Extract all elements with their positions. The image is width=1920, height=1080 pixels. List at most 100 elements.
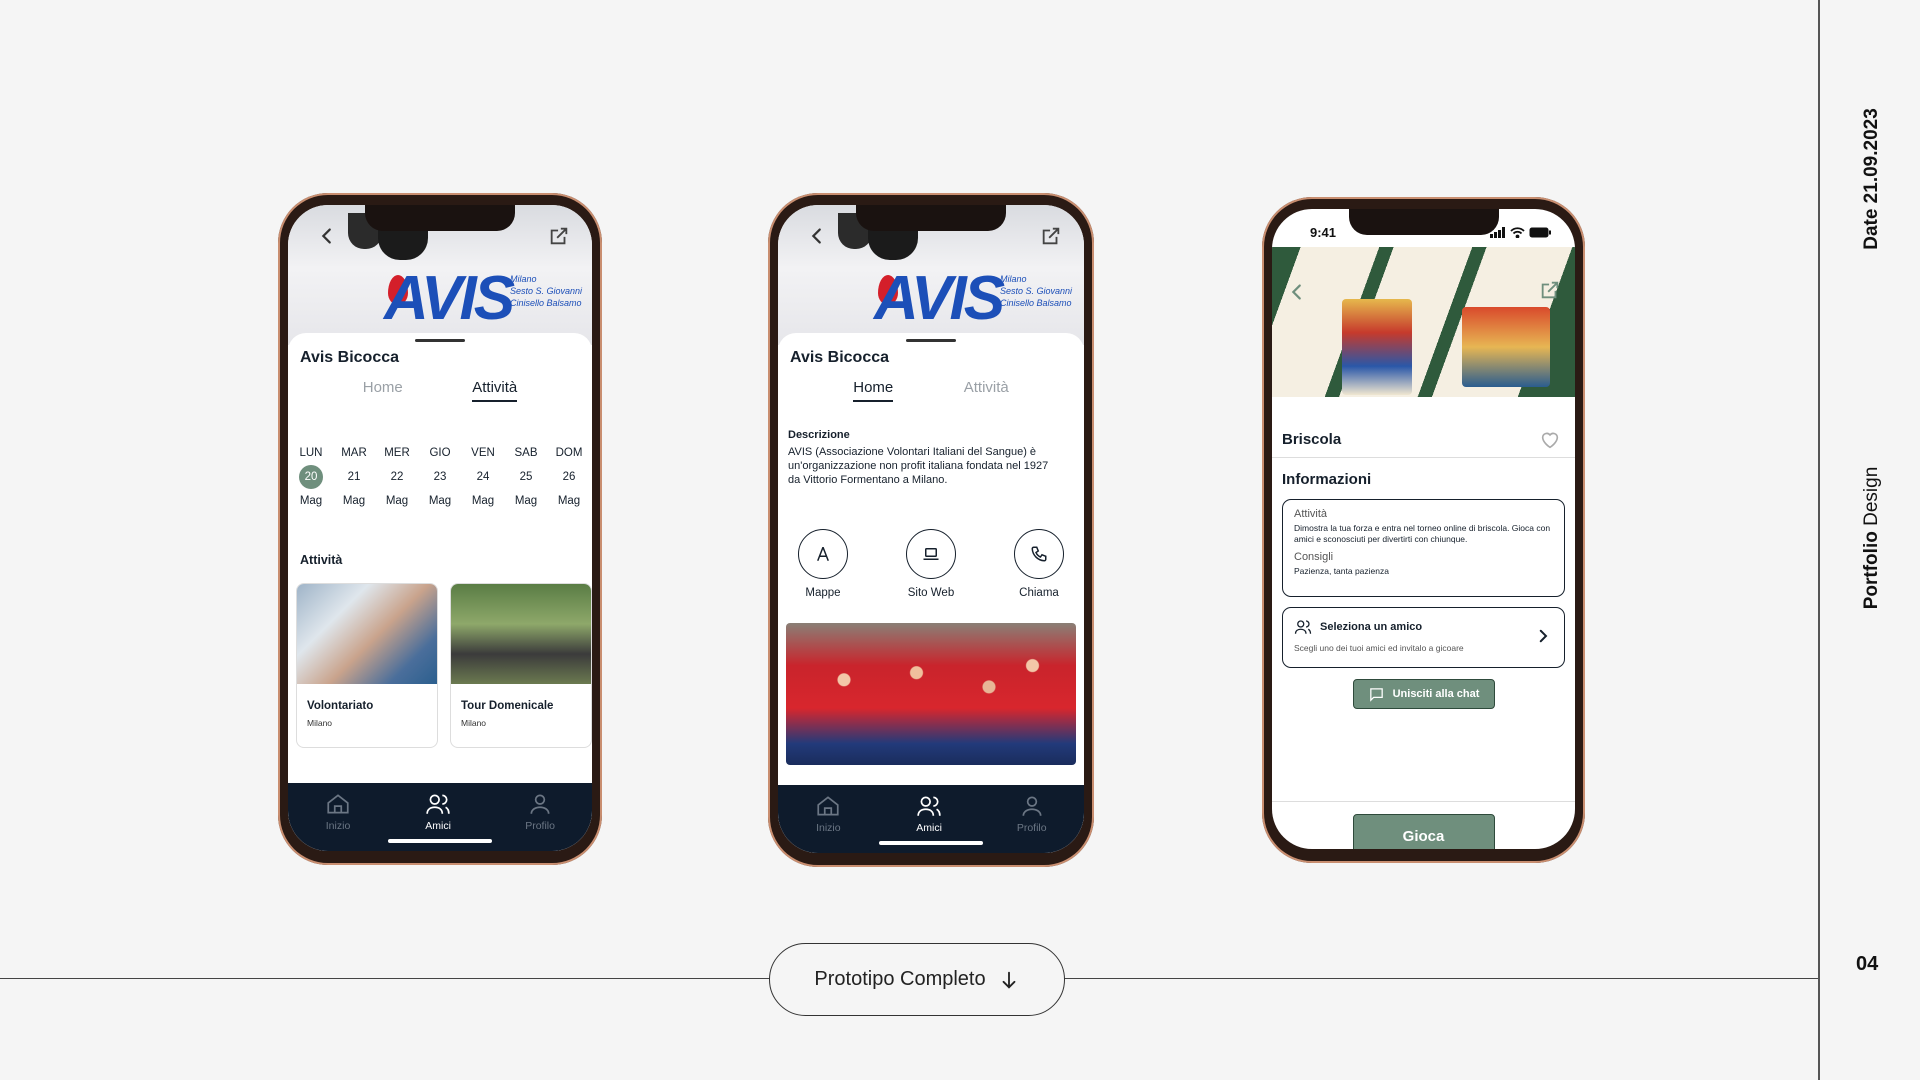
phone-screen: 9:41 Briscola Informazioni Attività Dimo… (1272, 209, 1575, 849)
phone-screen: AVIS Milano Sesto S. Giovanni Cinisello Ba… (778, 205, 1084, 853)
activity-location: Milano (461, 718, 487, 728)
divider (1272, 457, 1575, 458)
profile-icon (1022, 796, 1042, 816)
info-card: Attività Dimostra la tua forza e entra n… (1282, 499, 1565, 597)
avis-logo: AVIS (874, 264, 1005, 333)
back-icon[interactable] (1286, 281, 1308, 303)
play-button[interactable]: Gioca (1352, 814, 1495, 849)
signal-icon (1490, 226, 1505, 238)
activity-title: Volontariato (307, 700, 374, 712)
sheet-handle[interactable] (906, 339, 956, 342)
portfolio-label: Portfolio Design (1861, 446, 1883, 630)
portfolio-label-bold: Portfolio (1861, 531, 1882, 610)
home-indicator (388, 839, 492, 843)
activity-photo (451, 584, 591, 684)
sidebar-divider (1818, 0, 1820, 1080)
chat-icon (1369, 687, 1383, 702)
phone-notch (856, 205, 1006, 231)
info-heading: Informazioni (1282, 471, 1372, 488)
phone-mockup-activities: AVIS Milano Sesto S. Giovanni Cinisello Ba… (278, 193, 602, 865)
calendar-day[interactable]: MAR 21 Mag (337, 441, 371, 513)
content-sheet: Avis Bicocca Home Attività Descrizione A… (778, 333, 1084, 853)
nav-profile[interactable]: Profilo (525, 791, 555, 851)
briscola-cards-photo (1272, 247, 1575, 397)
nav-home[interactable]: Inizio (325, 791, 351, 851)
home-icon (817, 796, 839, 816)
bottom-nav: Inizio Amici Profilo (288, 783, 592, 851)
battery-icon (1529, 227, 1551, 237)
tips-text: Pazienza, tanta pazienza (1294, 566, 1389, 576)
sheet-handle[interactable] (415, 339, 465, 342)
bottom-nav: Inizio Amici Profilo (778, 785, 1084, 853)
heart-icon[interactable] (1539, 429, 1561, 451)
calendar-day[interactable]: SAB 25 Mag (509, 441, 543, 513)
friends-icon (1294, 620, 1312, 634)
avis-logo: AVIS (384, 264, 515, 333)
nav-home[interactable]: Inizio (815, 793, 841, 853)
tips-label: Consigli (1294, 551, 1334, 563)
group-photo (786, 623, 1076, 765)
bottom-divider-right (1063, 978, 1818, 979)
activity-card[interactable]: Volontariato Milano (296, 583, 438, 748)
page-number: 04 (1856, 953, 1879, 975)
calendar-day-selected: 20 (299, 465, 323, 489)
calendar-day[interactable]: VEN 24 Mag (466, 441, 500, 513)
nav-profile[interactable]: Profilo (1017, 793, 1047, 853)
select-friend-hint: Scegli uno dei tuoi amici ed invitalo a … (1294, 643, 1464, 653)
avis-logo-subtitle: Milano Sesto S. Giovanni Cinisello Balsamo (510, 274, 583, 308)
profile-icon (530, 794, 550, 814)
website-button[interactable]: Sito Web (894, 529, 968, 599)
back-icon[interactable] (806, 225, 828, 247)
date-label: Date 21.09.2023 (1861, 108, 1882, 250)
calendar-day[interactable]: MER 22 Mag (380, 441, 414, 513)
phone-mockup-home: AVIS Milano Sesto S. Giovanni Cinisello Ba… (768, 193, 1094, 867)
external-link-icon[interactable] (1040, 225, 1062, 247)
description-heading: Descrizione (788, 429, 850, 441)
page-title: Avis Bicocca (790, 349, 890, 366)
activity-photo (297, 584, 437, 684)
call-button[interactable]: Chiama (1002, 529, 1076, 599)
game-title: Briscola (1282, 431, 1342, 448)
tab-activities[interactable]: Attività (964, 379, 1009, 402)
home-indicator (879, 841, 983, 845)
activity-text: Dimostra la tua forza e entra nel torneo… (1294, 523, 1551, 544)
select-friend-button[interactable]: Seleziona un amico Scegli uno dei tuoi a… (1282, 607, 1565, 668)
content-sheet: Avis Bicocca Home Attività LUN 20 Mag MAR 2… (288, 333, 592, 851)
phone-mockup-briscola: 9:41 Briscola Informazioni Attività Dimo… (1262, 197, 1585, 863)
divider (1272, 801, 1575, 802)
calendar-day[interactable]: LUN 20 Mag (294, 441, 328, 513)
status-bar: 9:41 (1272, 209, 1575, 247)
back-icon[interactable] (316, 225, 338, 247)
home-icon (327, 794, 349, 814)
phone-screen: AVIS Milano Sesto S. Giovanni Cinisello Ba… (288, 205, 592, 851)
activity-cards: Volontariato Milano Tour Domenicale Mila… (296, 583, 592, 748)
portfolio-label-rest: Design (1861, 466, 1882, 532)
external-link-icon[interactable] (1539, 279, 1561, 301)
tab-activities[interactable]: Attività (472, 379, 518, 402)
avis-logo-subtitle: Milano Sesto S. Giovanni Cinisello Balsamo (1000, 274, 1073, 308)
external-link-icon[interactable] (548, 225, 570, 247)
description-text: AVIS (Associazione Volontari Italiani de… (788, 446, 1049, 486)
phone-icon (1031, 546, 1047, 562)
maps-button[interactable]: Mappe (786, 529, 860, 599)
calendar-day[interactable]: DOM 26 Mag (552, 441, 586, 513)
activity-label: Attività (1294, 508, 1328, 520)
status-time: 9:41 (1310, 224, 1337, 240)
chevron-right-icon (1539, 629, 1548, 643)
tab-home[interactable]: Home (853, 379, 894, 402)
prototype-button-label: Prototipo Completo (814, 968, 986, 990)
week-calendar: LUN 20 Mag MAR 21 Mag MER 22 Mag GIO 23 Mag VEN 2… (294, 441, 586, 513)
prototype-button[interactable]: Prototipo Completo (769, 943, 1065, 1016)
tab-bar: Home Attività (778, 379, 1084, 402)
laptop-icon (923, 548, 939, 560)
map-icon (817, 546, 829, 562)
arrow-down-icon (1002, 971, 1016, 989)
friends-icon (917, 796, 941, 816)
friends-icon (426, 794, 450, 814)
activity-card[interactable]: Tour Domenicale Milano (450, 583, 592, 748)
quick-actions: Mappe Sito Web Chiama (786, 529, 1076, 599)
calendar-day[interactable]: GIO 23 Mag (423, 441, 457, 513)
join-chat-button[interactable]: Unisciti alla chat (1352, 679, 1495, 709)
wifi-icon (1510, 226, 1525, 238)
tab-home[interactable]: Home (363, 379, 403, 402)
